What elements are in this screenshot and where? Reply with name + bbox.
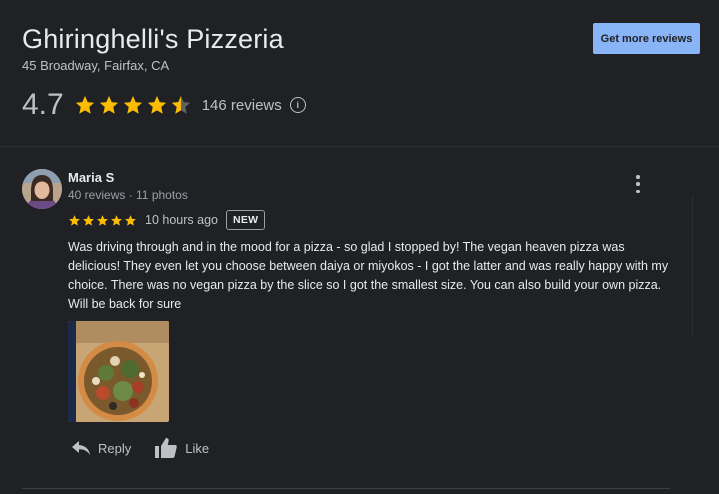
review-count[interactable]: 146 reviews: [202, 97, 282, 114]
star-icon: [111, 214, 122, 226]
reply-label: Reply: [98, 440, 132, 456]
reply-icon: [72, 441, 90, 455]
get-more-reviews-button[interactable]: Get more reviews: [593, 23, 700, 54]
place-header: Ghiringhelli's Pizzeria 45 Broadway, Fai…: [22, 24, 284, 73]
review-time: 10 hours ago: [145, 213, 218, 227]
reviewer-name[interactable]: Maria S: [68, 170, 114, 185]
divider: [0, 146, 719, 147]
more-vert-icon[interactable]: [632, 175, 644, 193]
star-icon: [97, 214, 108, 226]
star-icon: [123, 95, 142, 114]
avatar[interactable]: [22, 169, 62, 209]
divider: [22, 488, 670, 489]
review-rating-row: 10 hours ago NEW: [68, 210, 266, 230]
star-icon: [75, 95, 94, 114]
rating-summary: 4.7 146 reviews i: [22, 88, 306, 122]
like-label: Like: [185, 440, 210, 456]
rating-stars: [74, 94, 192, 116]
review-text: Was driving through and in the mood for …: [68, 240, 669, 311]
place-address: 45 Broadway, Fairfax, CA: [22, 58, 170, 73]
star-icon: [147, 95, 166, 114]
scrollbar[interactable]: [692, 195, 693, 335]
thumb-up-icon: [155, 438, 178, 458]
place-title: Ghiringhelli's Pizzeria: [22, 24, 284, 54]
reviewer-meta: 40 reviews · 11 photos: [68, 188, 188, 202]
star-half-icon: [171, 95, 190, 114]
review-stars: [68, 214, 137, 227]
star-icon: [125, 214, 136, 226]
star-icon: [99, 95, 118, 114]
reply-button[interactable]: Reply: [72, 441, 131, 456]
star-icon: [69, 214, 80, 226]
like-button[interactable]: Like: [155, 438, 209, 458]
rating-number: 4.7: [22, 88, 64, 121]
review-actions: Reply Like: [72, 438, 233, 458]
new-badge: NEW: [225, 210, 266, 230]
star-icon: [83, 214, 94, 226]
review-photo[interactable]: [68, 321, 169, 422]
info-icon[interactable]: i: [289, 97, 306, 113]
